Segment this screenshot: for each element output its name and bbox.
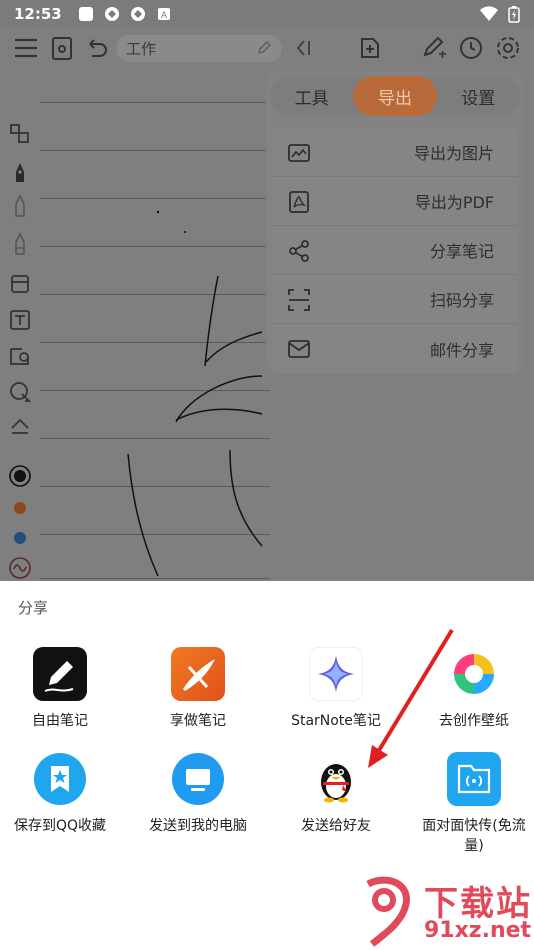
- edit-pencil-icon: [256, 40, 272, 56]
- app-notification-icon-2: [130, 6, 146, 22]
- scan-share-label: 扫码分享: [429, 291, 494, 310]
- export-as-pdf-label: 导出为PDF: [414, 193, 494, 212]
- export-as-pdf-item[interactable]: 导出为PDF: [272, 177, 518, 226]
- eraser-tool-icon[interactable]: [6, 270, 34, 298]
- tab-settings[interactable]: 设置: [437, 76, 520, 116]
- color-black-swatch-icon[interactable]: [6, 462, 34, 490]
- share-target-label: 自由笔记: [32, 713, 88, 729]
- qq-favorites-app-icon: [33, 752, 87, 806]
- site-watermark: 下载站 91xz.net: [358, 874, 534, 950]
- xiangzuo-note-app-icon: [171, 647, 225, 701]
- status-bar: 12:53 A: [0, 0, 534, 28]
- text-tool-icon[interactable]: [6, 306, 34, 334]
- panel-tabs: 工具 导出 设置: [270, 76, 520, 116]
- share-note-label: 分享笔记: [429, 242, 494, 261]
- highlighter-tool-icon[interactable]: [6, 230, 34, 258]
- watermark-url: 91xz.net: [424, 918, 532, 943]
- share-target-label: 享做笔记: [170, 713, 226, 729]
- export-menu: 导出为图片 导出为PDF 分享笔记 扫码分享 邮件分享: [272, 128, 518, 373]
- share-sheet-title: 分享: [18, 599, 49, 617]
- share-target-qq-friend[interactable]: 发送给好友: [276, 752, 396, 856]
- send-to-pc-app-icon: [171, 752, 225, 806]
- face-to-face-transfer-app-icon: [447, 752, 501, 806]
- menu-icon[interactable]: [12, 34, 40, 62]
- share-target-label: 发送给好友: [301, 818, 371, 834]
- note-canvas[interactable]: [40, 76, 270, 581]
- wifi-icon: [480, 6, 498, 26]
- free-note-app-icon: [33, 647, 87, 701]
- export-panel: 工具 导出 设置 导出为图片 导出为PDF 分享笔记 扫码分享 邮件分享: [266, 72, 524, 374]
- mail-icon: [286, 336, 312, 362]
- share-target-label: 发送到我的电脑: [149, 818, 247, 834]
- image-insert-icon[interactable]: [6, 342, 34, 370]
- share-note-item[interactable]: 分享笔记: [272, 226, 518, 275]
- share-target-free-note[interactable]: 自由笔记: [0, 647, 120, 751]
- export-as-image-label: 导出为图片: [413, 144, 494, 163]
- share-target-starnote[interactable]: StarNote笔记: [276, 647, 396, 751]
- share-target-label: StarNote笔记: [291, 713, 381, 729]
- color-orange-swatch-icon[interactable]: [6, 494, 34, 522]
- mail-share-label: 邮件分享: [429, 340, 494, 360]
- lasso-select-icon[interactable]: [6, 120, 34, 148]
- status-time: 12:53: [14, 5, 62, 23]
- keyboard-notification-icon: A: [156, 6, 172, 22]
- fountain-pen-icon[interactable]: [6, 158, 34, 186]
- pencil-tool-icon[interactable]: [6, 192, 34, 220]
- undo-icon[interactable]: [82, 34, 110, 62]
- tab-tools[interactable]: 工具: [270, 76, 353, 116]
- starnote-app-icon: [309, 647, 363, 701]
- read-mode-icon[interactable]: [48, 34, 76, 62]
- handwriting-strokes: [127, 210, 263, 577]
- export-as-image-item[interactable]: 导出为图片: [272, 128, 518, 177]
- scan-share-item[interactable]: 扫码分享: [272, 275, 518, 324]
- editor-toolbar: 工作: [0, 28, 534, 68]
- collapse-up-icon[interactable]: [6, 412, 34, 440]
- notification-square-icon: [78, 6, 94, 22]
- mail-share-item[interactable]: 邮件分享: [272, 324, 518, 373]
- note-title-value: 工作: [126, 40, 157, 58]
- stroke-wave-icon[interactable]: [6, 554, 34, 581]
- app-notification-icon: [104, 6, 120, 22]
- share-target-label: 保存到QQ收藏: [13, 818, 107, 834]
- image-icon: [286, 140, 312, 166]
- note-editor: 工作 工具 导出 设置 导出为图片 导出为PDF 分享笔记 扫码分享 邮件分享: [0, 28, 534, 581]
- note-title-field[interactable]: 工作: [116, 35, 282, 62]
- tab-export[interactable]: 导出: [353, 76, 437, 116]
- qq-app-icon: [309, 752, 363, 806]
- share-target-xiangzuo-note[interactable]: 享做笔记: [138, 647, 258, 751]
- share-icon: [286, 238, 312, 264]
- history-clock-icon[interactable]: [457, 34, 485, 62]
- share-target-qq-favorites[interactable]: 保存到QQ收藏: [0, 752, 120, 856]
- color-blue-swatch-icon[interactable]: [6, 524, 34, 552]
- add-page-icon[interactable]: [356, 34, 384, 62]
- wallpaper-app-icon: [447, 647, 501, 701]
- settings-gear-icon[interactable]: [494, 34, 522, 62]
- pen-settings-icon[interactable]: [420, 34, 448, 62]
- share-target-label: 去创作壁纸: [439, 713, 509, 729]
- share-target-label: 面对面快传(免流量): [422, 818, 526, 854]
- share-target-wallpaper[interactable]: 去创作壁纸: [414, 647, 534, 751]
- collapse-left-icon[interactable]: [290, 34, 318, 62]
- svg-text:A: A: [161, 11, 168, 21]
- battery-icon: [508, 5, 520, 27]
- scan-icon: [286, 287, 312, 313]
- shape-tool-icon[interactable]: [6, 378, 34, 406]
- pdf-icon: [286, 189, 312, 215]
- share-target-send-to-pc[interactable]: 发送到我的电脑: [138, 752, 258, 856]
- share-target-face-to-face[interactable]: 面对面快传(免流量): [414, 752, 534, 856]
